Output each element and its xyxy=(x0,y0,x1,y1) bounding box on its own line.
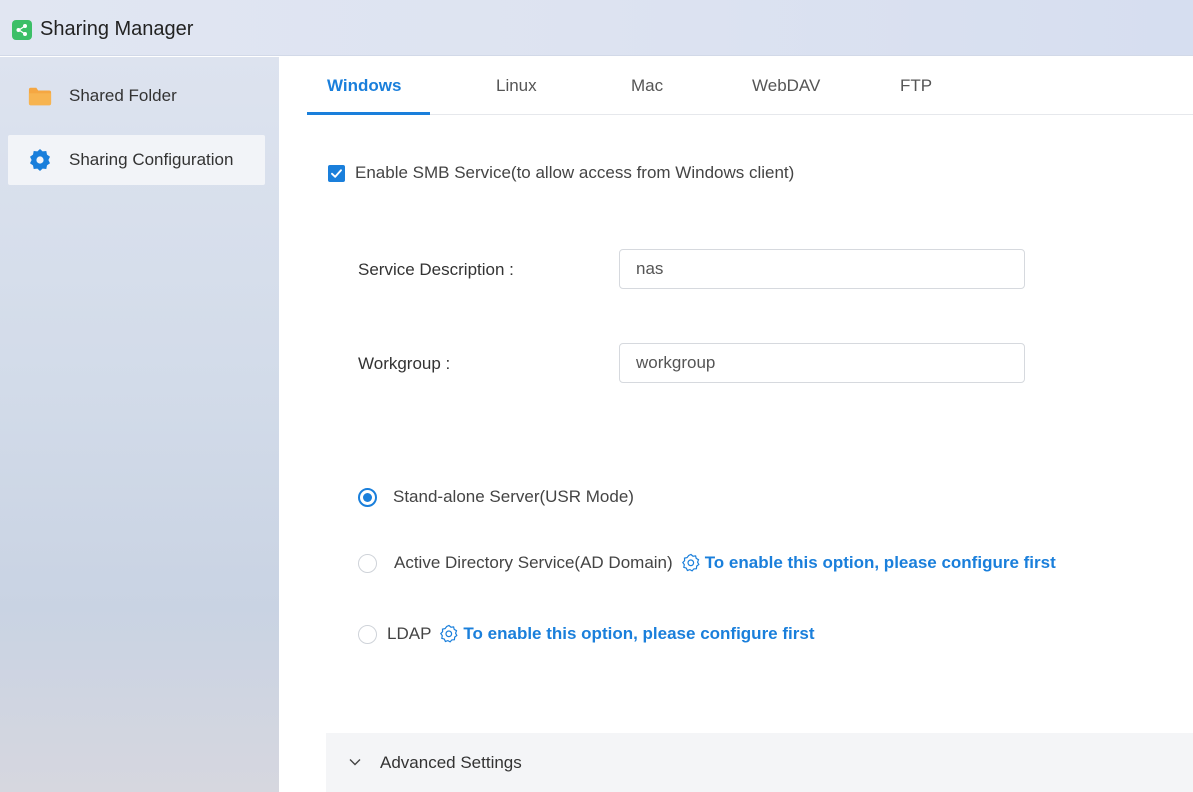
ad-domain-label: Active Directory Service(AD Domain) xyxy=(394,553,673,572)
protocol-tabs: Windows Linux Mac WebDAV FTP xyxy=(307,57,1193,115)
ad-configure-link[interactable]: To enable this option, please configure … xyxy=(705,553,1056,573)
tab-mac[interactable]: Mac xyxy=(631,76,663,96)
sidebar-item-sharing-configuration[interactable]: Sharing Configuration xyxy=(8,135,265,185)
mode-option-ldap[interactable]: LDAP To enable this option, please confi… xyxy=(358,624,814,644)
ldap-configure-link[interactable]: To enable this option, please configure … xyxy=(463,624,814,644)
configure-gear-icon[interactable] xyxy=(439,624,459,644)
folder-icon xyxy=(28,85,52,107)
ad-domain-radio[interactable] xyxy=(358,553,377,573)
sidebar-item-label: Shared Folder xyxy=(69,86,177,105)
advanced-settings-toggle[interactable]: Advanced Settings xyxy=(326,733,1193,792)
smb-enable-checkbox[interactable] xyxy=(328,164,345,182)
configure-gear-icon[interactable] xyxy=(681,553,701,573)
tab-ftp[interactable]: FTP xyxy=(900,76,932,96)
window-title: Sharing Manager xyxy=(40,18,194,40)
workgroup-input[interactable] xyxy=(619,343,1025,383)
checkmark-icon xyxy=(331,168,342,178)
main-panel: Windows Linux Mac WebDAV FTP Enable SMB … xyxy=(279,57,1193,792)
active-tab-indicator xyxy=(307,112,430,115)
sidebar-item-label: Sharing Configuration xyxy=(69,150,234,169)
service-description-label: Service Description : xyxy=(358,260,514,279)
tab-linux[interactable]: Linux xyxy=(496,76,537,96)
standalone-label: Stand-alone Server(USR Mode) xyxy=(393,487,634,506)
advanced-settings-label: Advanced Settings xyxy=(380,753,522,772)
chevron-down-icon xyxy=(348,755,362,769)
title-bar: Sharing Manager xyxy=(0,0,1193,56)
service-description-input[interactable] xyxy=(619,249,1025,289)
sidebar-item-shared-folder[interactable]: Shared Folder xyxy=(8,71,265,121)
mode-option-standalone[interactable]: Stand-alone Server(USR Mode) xyxy=(358,487,634,507)
ldap-label: LDAP xyxy=(387,624,432,643)
gear-icon xyxy=(28,149,52,171)
tab-windows[interactable]: Windows xyxy=(327,76,401,96)
ldap-radio[interactable] xyxy=(358,624,377,644)
sidebar: Shared Folder Sharing Configuration xyxy=(0,57,279,792)
workgroup-label: Workgroup : xyxy=(358,354,451,373)
standalone-radio[interactable] xyxy=(358,487,377,507)
tab-webdav[interactable]: WebDAV xyxy=(752,76,820,96)
share-app-icon xyxy=(12,20,32,40)
smb-enable-row: Enable SMB Service(to allow access from … xyxy=(328,163,794,183)
mode-option-ad-domain[interactable]: Active Directory Service(AD Domain) To e… xyxy=(358,553,1056,573)
smb-enable-label: Enable SMB Service(to allow access from … xyxy=(355,163,795,182)
